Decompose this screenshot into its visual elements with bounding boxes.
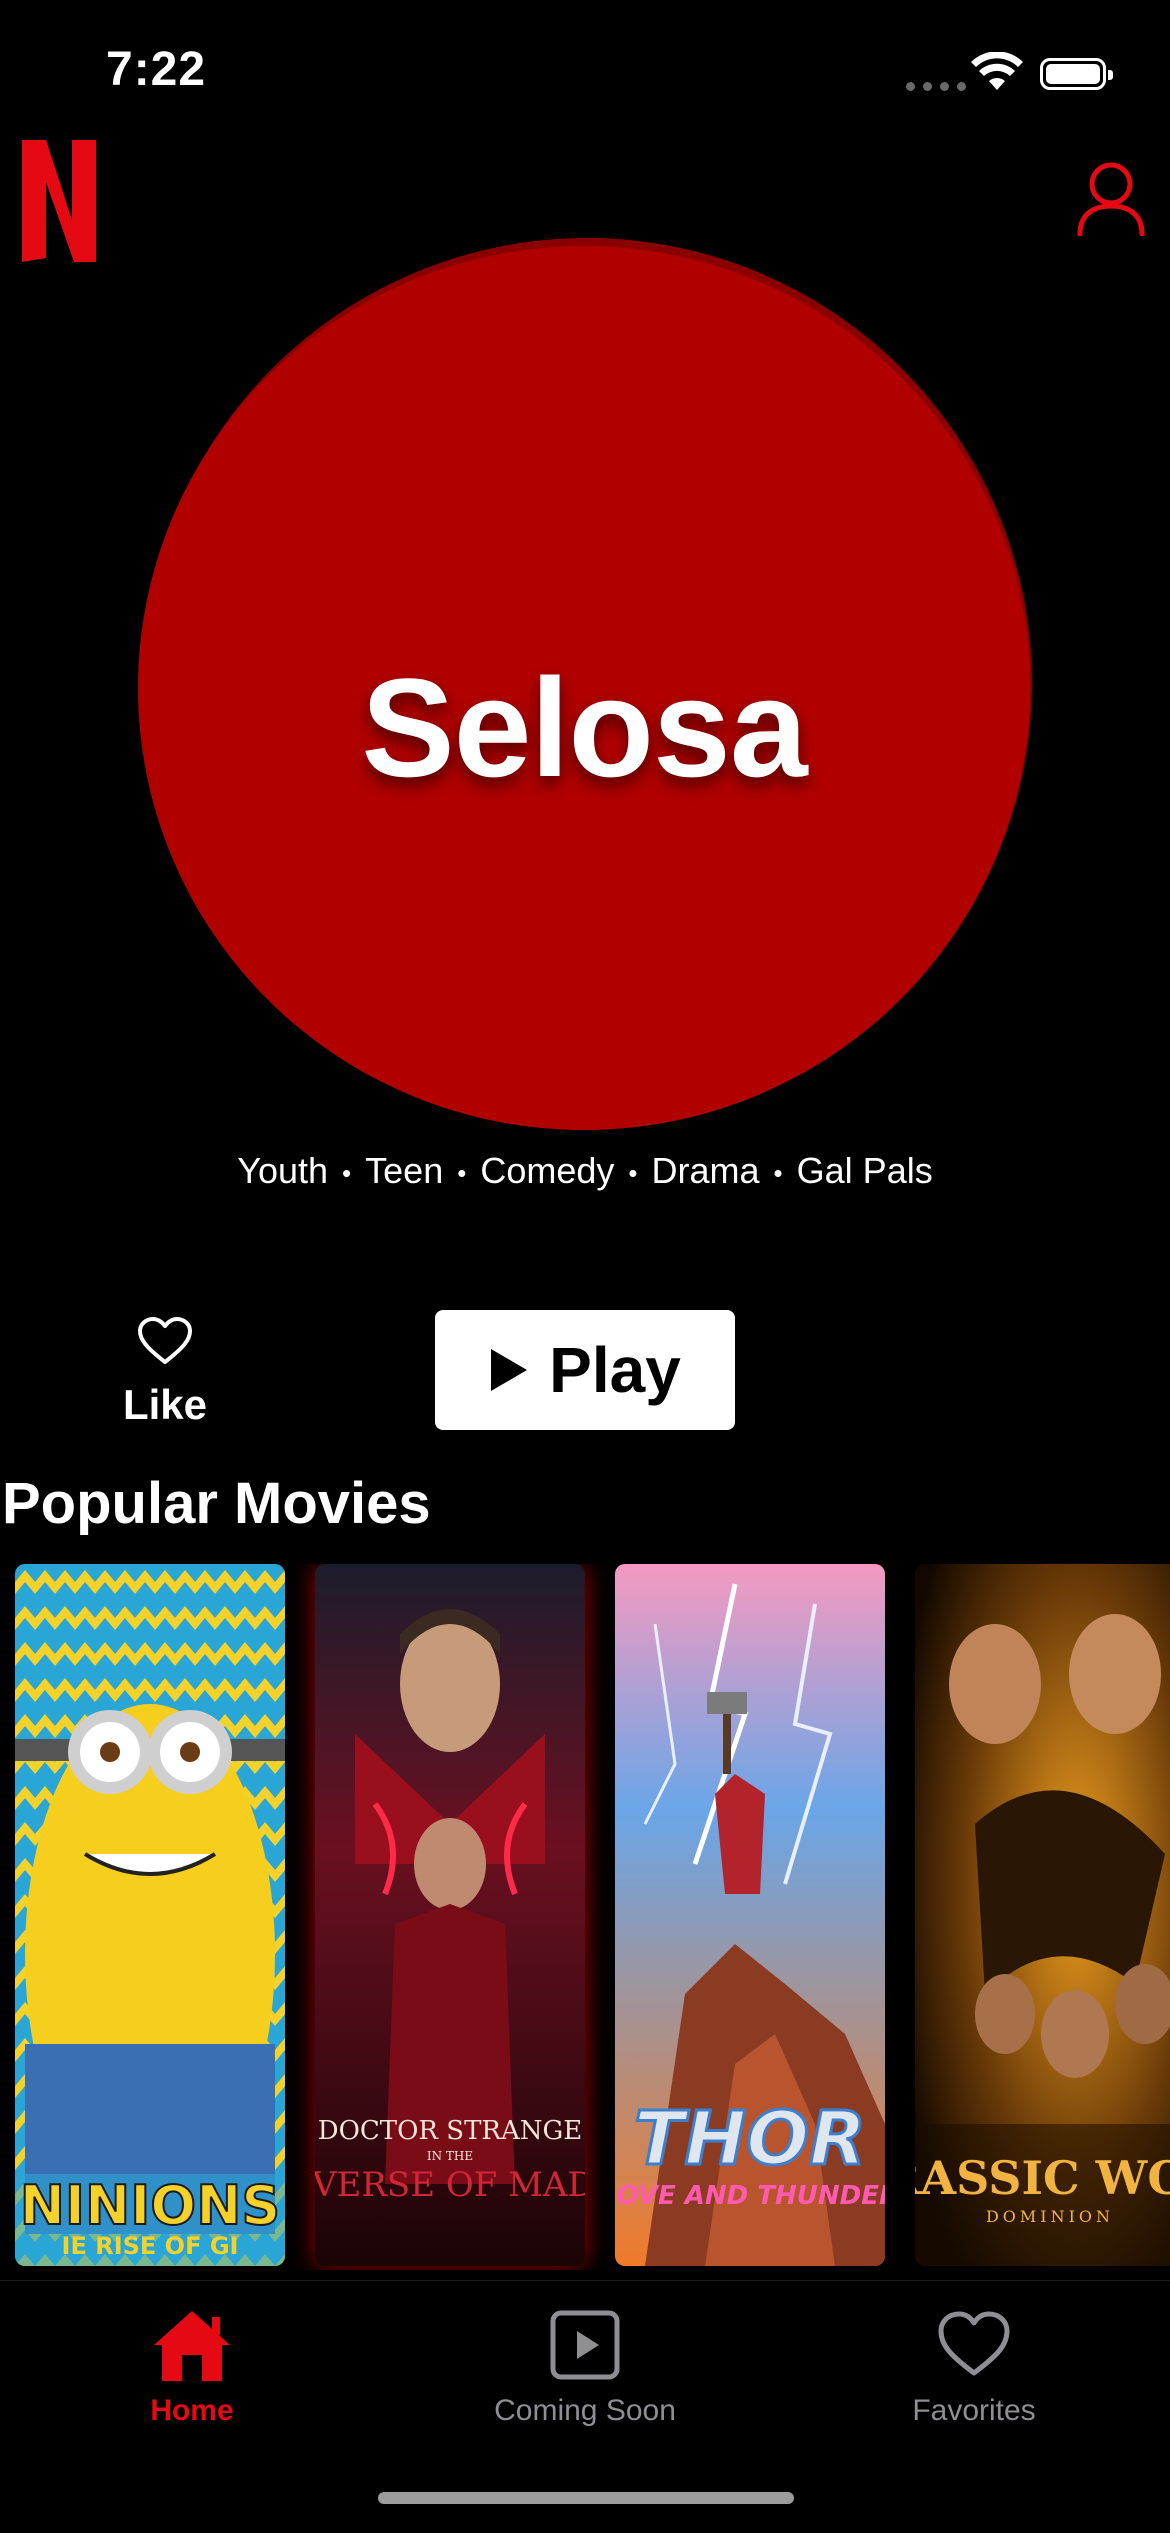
hero-banner[interactable]: Selosa bbox=[138, 246, 1030, 1130]
play-square-icon bbox=[550, 2310, 620, 2380]
heart-icon bbox=[938, 2311, 1010, 2376]
play-button[interactable]: Play bbox=[435, 1310, 735, 1430]
tab-home[interactable]: Home bbox=[62, 2307, 322, 2428]
poster-caption: THOR bbox=[634, 2096, 866, 2182]
play-label: Play bbox=[549, 1334, 681, 1406]
separator-dot: • bbox=[342, 1157, 352, 1188]
separator-dot: • bbox=[457, 1157, 467, 1188]
genre-tag: Teen bbox=[365, 1150, 444, 1191]
tab-coming-soon[interactable]: Coming Soon bbox=[455, 2307, 715, 2428]
section-title-popular: Popular Movies bbox=[2, 1471, 431, 1536]
poster-jurassic-world[interactable]: URASSIC WORL DOMINION bbox=[915, 1564, 1170, 2266]
poster-subcaption: DOMINION bbox=[986, 2207, 1114, 2226]
poster-subcaption: IN THE bbox=[427, 2149, 473, 2163]
poster-thor[interactable]: THOR LOVE AND THUNDER bbox=[615, 1564, 885, 2266]
genre-tag: Youth bbox=[237, 1150, 329, 1191]
separator-dot: • bbox=[773, 1157, 783, 1188]
play-icon bbox=[491, 1349, 528, 1391]
status-time: 7:22 bbox=[106, 43, 207, 96]
tab-favorites[interactable]: Favorites bbox=[844, 2307, 1104, 2428]
tab-coming-soon-label: Coming Soon bbox=[494, 2394, 676, 2427]
poster-caption: URASSIC WORL bbox=[915, 2151, 1170, 2205]
poster-doctor-strange[interactable]: DOCTOR STRANGE IN THE ULTIVERSE OF MADNE… bbox=[315, 1564, 585, 2266]
genre-tag: Gal Pals bbox=[796, 1150, 933, 1191]
netflix-logo-icon[interactable] bbox=[22, 140, 96, 267]
poster-caption-2: ULTIVERSE OF MADNES bbox=[315, 2165, 585, 2205]
poster-minions[interactable]: NINIONS IE RISE OF GI bbox=[15, 1564, 285, 2266]
like-label: Like bbox=[122, 1381, 208, 1428]
wifi-icon bbox=[970, 51, 1024, 97]
genre-tag: Comedy bbox=[480, 1150, 615, 1191]
heart-icon bbox=[138, 1317, 192, 1364]
tab-home-label: Home bbox=[150, 2394, 234, 2427]
poster-caption: NINIONS bbox=[20, 2174, 281, 2237]
genre-list: Youth • Teen • Comedy • Drama • Gal Pals bbox=[0, 1150, 1170, 1192]
user-icon[interactable] bbox=[1076, 160, 1146, 241]
popular-movies-carousel[interactable]: NINIONS IE RISE OF GI DOCTOR STRANGE IN … bbox=[0, 1564, 1170, 2270]
like-button[interactable]: Like bbox=[100, 1316, 230, 1429]
home-indicator[interactable] bbox=[378, 2492, 794, 2504]
home-icon bbox=[154, 2311, 230, 2381]
tab-favorites-label: Favorites bbox=[912, 2394, 1036, 2427]
hero-title: Selosa bbox=[361, 649, 807, 806]
separator-dot: • bbox=[628, 1157, 638, 1188]
poster-subcaption: IE RISE OF GI bbox=[62, 2232, 239, 2260]
poster-subcaption: LOVE AND THUNDER bbox=[615, 2181, 885, 2211]
poster-caption: DOCTOR STRANGE bbox=[318, 2116, 583, 2146]
genre-tag: Drama bbox=[651, 1150, 760, 1191]
cellular-signal-icon bbox=[906, 82, 966, 91]
battery-icon bbox=[1040, 58, 1113, 90]
